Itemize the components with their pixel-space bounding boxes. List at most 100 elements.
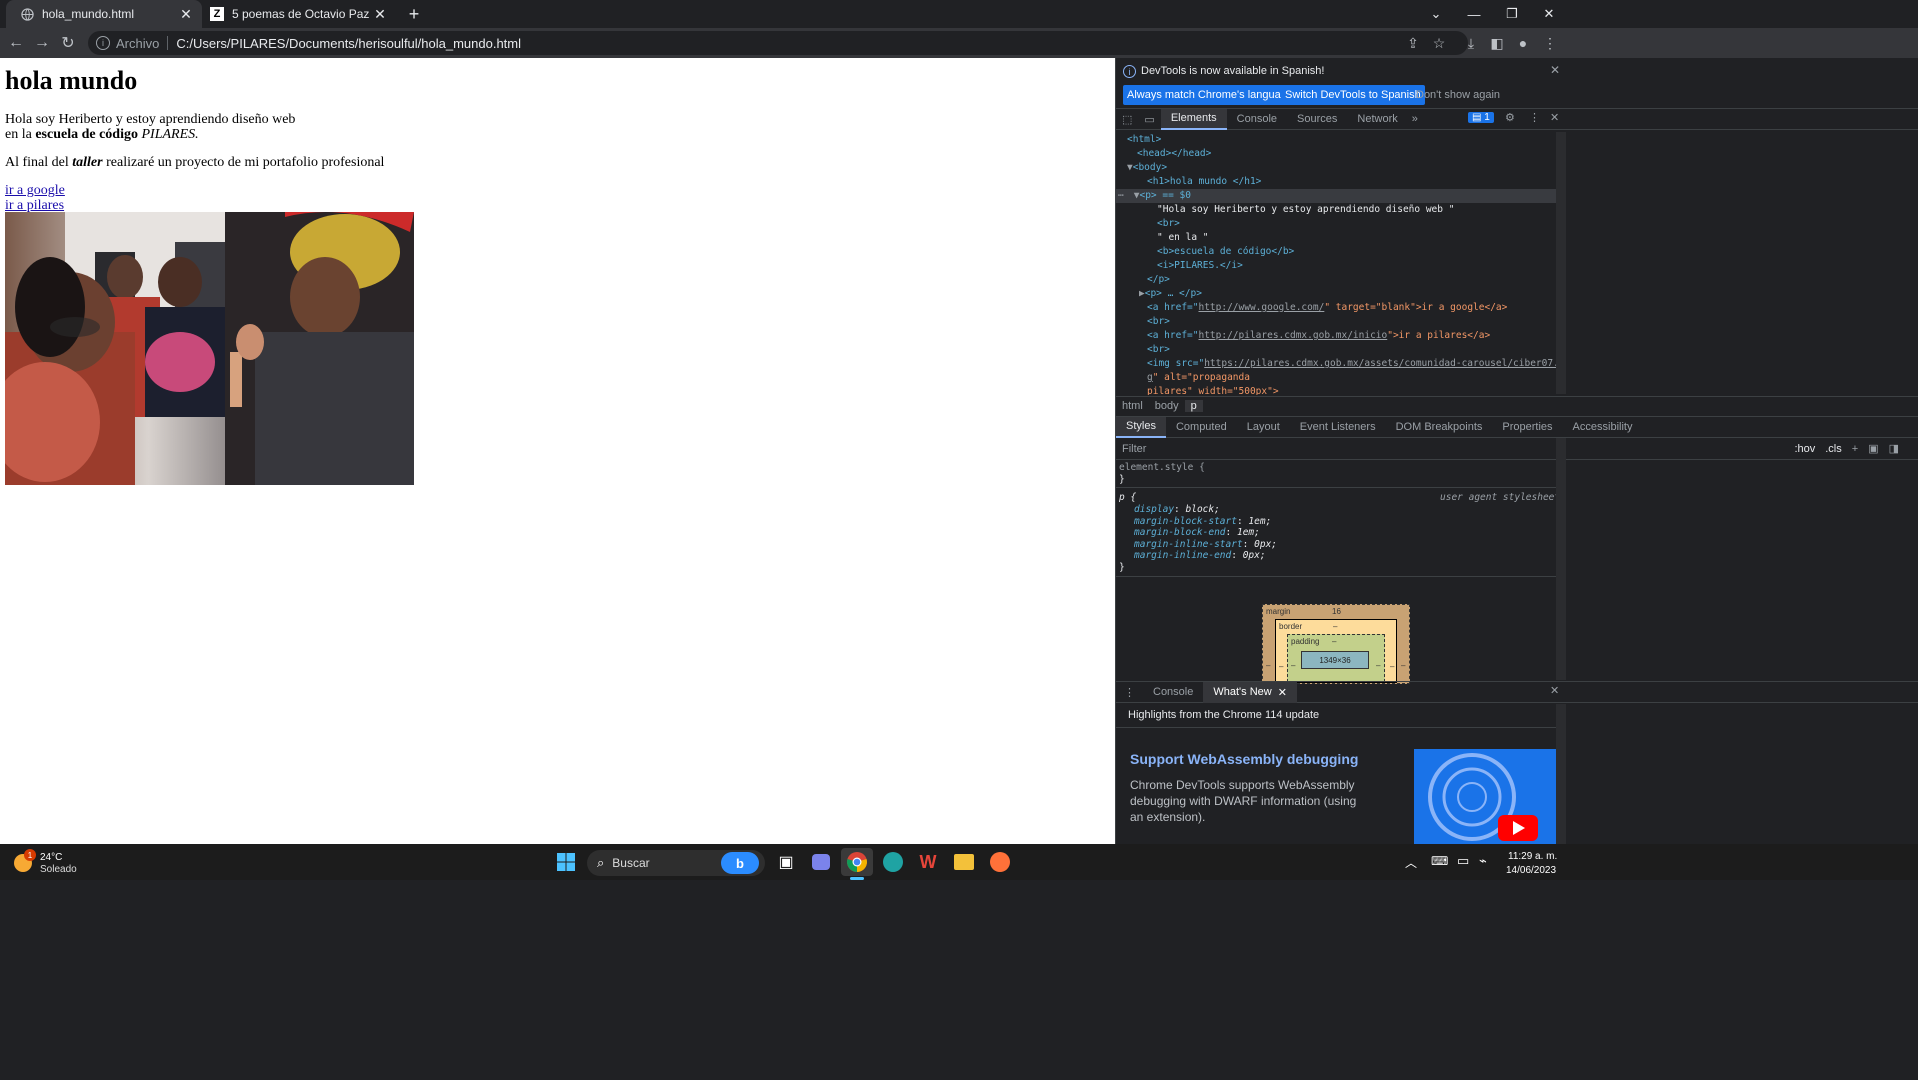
close-window-button[interactable]: ✕ xyxy=(1526,0,1572,28)
subtab-computed[interactable]: Computed xyxy=(1166,417,1237,438)
a1-href-link[interactable]: http://www.google.com/ xyxy=(1198,302,1324,313)
drawer-tab-whats-new[interactable]: What's New ✕ xyxy=(1203,681,1297,703)
settings-gear-icon[interactable]: ⚙ xyxy=(1505,111,1515,124)
address-bar[interactable]: i Archivo C:/Users/PILARES/Documents/her… xyxy=(88,31,1468,55)
css-prop-margin-inline-start[interactable]: margin-inline-start: 0px; xyxy=(1134,539,1277,550)
monitor-icon[interactable]: ▭ xyxy=(1457,853,1469,869)
always-match-language-button[interactable]: Always match Chrome's language xyxy=(1123,85,1297,105)
switch-to-spanish-button[interactable]: Switch DevTools to Spanish xyxy=(1281,85,1425,105)
menu-kebab-icon[interactable]: ⋮ xyxy=(1537,28,1563,58)
subtab-dom-breakpoints[interactable]: DOM Breakpoints xyxy=(1386,417,1493,438)
close-drawer-icon[interactable]: ✕ xyxy=(1550,684,1559,697)
device-toolbar-icon[interactable]: ▭ xyxy=(1138,113,1160,126)
dom-node-head[interactable]: <head></head> xyxy=(1137,147,1211,161)
taskbar-search-box[interactable]: ⌕ Buscar b xyxy=(587,850,765,876)
weather-temp[interactable]: 24°C xyxy=(40,852,62,863)
close-tab-icon[interactable]: ✕ xyxy=(178,6,194,23)
wps-office-icon[interactable]: W xyxy=(912,848,944,876)
crumb-body[interactable]: body xyxy=(1149,400,1185,412)
chrome-icon[interactable] xyxy=(841,848,873,876)
styles-scrollbar[interactable] xyxy=(1556,438,1566,680)
paint-icon[interactable]: ▣ xyxy=(1868,442,1878,455)
dom-node-b[interactable]: <b>escuela de código</b> xyxy=(1157,245,1294,259)
dom-node-p-selected[interactable]: ⋯ ▼<p> == $0 xyxy=(1116,189,1556,203)
drawer-menu-icon[interactable]: ⋮ xyxy=(1116,686,1143,699)
img-src-link[interactable]: https://pilares.cdmx.gob.mx/assets/comun… xyxy=(1204,358,1556,369)
whats-new-title-link[interactable]: Support WebAssembly debugging xyxy=(1130,751,1358,767)
dom-node-br[interactable]: <br> xyxy=(1157,217,1180,231)
dom-node-p2[interactable]: ▶<p> … </p> xyxy=(1139,287,1202,301)
css-prop-margin-block-start[interactable]: margin-block-start: 1em; xyxy=(1134,516,1271,527)
download-icon[interactable]: ⤓ xyxy=(1458,28,1484,58)
bookmark-star-icon[interactable]: ☆ xyxy=(1426,28,1452,58)
close-tab-icon[interactable]: ✕ xyxy=(372,6,388,23)
close-devtools-icon[interactable]: ✕ xyxy=(1550,111,1559,124)
subtab-styles[interactable]: Styles xyxy=(1116,416,1166,438)
inspect-element-icon[interactable]: ⬚ xyxy=(1116,113,1138,126)
dom-node-br-3[interactable]: <br> xyxy=(1147,343,1170,357)
dom-node-h1[interactable]: <h1>hola mundo </h1> xyxy=(1147,175,1261,189)
more-tabs-chevron-icon[interactable]: » xyxy=(1408,113,1422,125)
tab-console[interactable]: Console xyxy=(1227,109,1287,130)
hov-toggle[interactable]: :hov xyxy=(1794,443,1815,455)
back-arrow-icon[interactable]: ← xyxy=(3,28,29,58)
dom-node-p-close[interactable]: </p> xyxy=(1147,273,1170,287)
a2-href-link[interactable]: http://pilares.cdmx.gob.mx/inicio xyxy=(1198,330,1387,341)
clock-date[interactable]: 14/06/2023 xyxy=(1506,865,1556,876)
devtools-menu-icon[interactable]: ⋮ xyxy=(1529,111,1540,124)
css-prop-margin-inline-end[interactable]: margin-inline-end: 0px; xyxy=(1134,550,1266,561)
dom-node-br-2[interactable]: <br> xyxy=(1147,315,1170,329)
new-rule-plus-icon[interactable]: + xyxy=(1852,443,1858,455)
tab-octavio-paz[interactable]: Z 5 poemas de Octavio Paz - Zend ✕ xyxy=(202,0,396,28)
close-tab-icon[interactable]: ✕ xyxy=(1278,686,1287,699)
firefox-icon[interactable] xyxy=(984,848,1016,876)
windows-start-icon[interactable] xyxy=(550,848,582,876)
dom-node-a-pilares[interactable]: <a href="http://pilares.cdmx.gob.mx/inic… xyxy=(1147,329,1490,343)
crumb-p[interactable]: p xyxy=(1184,399,1203,412)
tray-chevron-up-icon[interactable]: ︿ xyxy=(1405,854,1417,871)
sidebar-toggle-icon[interactable]: ◨ xyxy=(1889,442,1899,455)
file-explorer-icon[interactable] xyxy=(948,848,980,876)
issues-badge[interactable]: ▤ 1 xyxy=(1468,112,1494,123)
side-panel-icon[interactable]: ◧ xyxy=(1484,28,1510,58)
dom-node-a-google[interactable]: <a href="http://www.google.com/" target=… xyxy=(1147,301,1507,315)
dom-node-body[interactable]: ▼<body> xyxy=(1127,161,1167,175)
drawer-tab-console[interactable]: Console xyxy=(1143,682,1203,703)
bing-icon[interactable]: b xyxy=(721,852,759,874)
link-google[interactable]: ir a google xyxy=(5,183,65,199)
profile-icon[interactable]: ● xyxy=(1510,28,1536,58)
subtab-properties[interactable]: Properties xyxy=(1492,417,1562,438)
tab-hola-mundo[interactable]: hola_mundo.html ✕ xyxy=(6,0,202,28)
dom-node-i[interactable]: <i>PILARES.</i> xyxy=(1157,259,1243,273)
share-icon[interactable]: ⇪ xyxy=(1400,28,1426,58)
dom-node-img[interactable]: <img src="https://pilares.cdmx.gob.mx/as… xyxy=(1147,357,1556,371)
subtab-layout[interactable]: Layout xyxy=(1237,417,1290,438)
dom-scrollbar[interactable] xyxy=(1556,132,1566,394)
tab-network[interactable]: Network xyxy=(1347,109,1407,130)
css-prop-margin-block-end[interactable]: margin-block-end: 1em; xyxy=(1134,527,1260,538)
dom-node-html[interactable]: <html> xyxy=(1127,133,1161,147)
dont-show-again-button[interactable]: Don't show again xyxy=(1412,85,1504,105)
whats-new-video-thumbnail[interactable] xyxy=(1414,749,1556,844)
dom-text-1[interactable]: "Hola soy Heriberto y estoy aprendiendo … xyxy=(1157,203,1454,217)
styles-filter-input[interactable]: Filter xyxy=(1122,443,1794,455)
subtab-event-listeners[interactable]: Event Listeners xyxy=(1290,417,1386,438)
element-style-rule[interactable]: element.style { xyxy=(1119,462,1205,473)
task-view-icon[interactable]: ▣ xyxy=(770,848,802,876)
cls-toggle[interactable]: .cls xyxy=(1825,443,1842,455)
network-icon[interactable]: ⌁ xyxy=(1479,853,1487,869)
whats-new-scrollbar[interactable] xyxy=(1556,704,1566,844)
forward-arrow-icon[interactable]: → xyxy=(29,28,55,58)
subtab-accessibility[interactable]: Accessibility xyxy=(1563,417,1643,438)
clock-time[interactable]: 11:29 a. m. xyxy=(1508,851,1557,862)
dom-text-2[interactable]: " en la " xyxy=(1157,231,1208,245)
weather-desc[interactable]: Soleado xyxy=(40,864,77,875)
tab-elements[interactable]: Elements xyxy=(1160,108,1227,130)
crumb-html[interactable]: html xyxy=(1116,400,1149,412)
keyboard-icon[interactable]: ⌨ xyxy=(1431,854,1448,868)
new-tab-button[interactable]: + xyxy=(396,0,432,28)
edge-icon[interactable] xyxy=(877,848,909,876)
p-rule-selector[interactable]: p { xyxy=(1119,492,1136,503)
tab-sources[interactable]: Sources xyxy=(1287,109,1347,130)
reload-icon[interactable]: ↻ xyxy=(55,28,81,58)
